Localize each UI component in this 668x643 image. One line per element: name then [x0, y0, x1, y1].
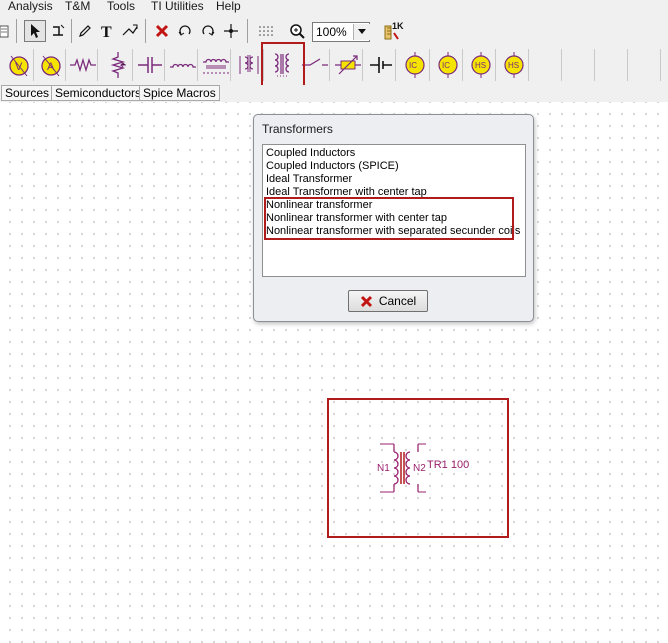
component-tabs: Sources Semiconductors Spice Macros — [0, 85, 668, 102]
n2-label: N2 — [413, 463, 426, 474]
open-icon[interactable] — [0, 20, 10, 42]
svg-text:IC: IC — [409, 61, 417, 70]
list-item-ideal-transformer[interactable]: Ideal Transformer — [266, 173, 352, 186]
zoom-value: 100% — [316, 25, 347, 39]
menu-ti-utilities[interactable]: TI Utilities — [151, 0, 204, 13]
select-arrow-icon[interactable] — [24, 20, 46, 42]
text-icon[interactable]: T — [96, 20, 118, 42]
cancel-button[interactable]: Cancel — [348, 290, 428, 312]
node-icon[interactable] — [220, 20, 242, 42]
empty-slot — [565, 49, 595, 81]
separator — [16, 19, 17, 43]
transformer-component[interactable]: N1 N2 TR1 100 — [370, 440, 480, 496]
zoom-icon[interactable] — [286, 20, 308, 42]
svg-text:HS: HS — [475, 61, 486, 70]
current-source-ic-icon[interactable]: IC — [400, 49, 430, 81]
chevron-down-icon[interactable] — [353, 24, 370, 40]
close-icon — [360, 295, 373, 308]
n1-label: N1 — [377, 463, 390, 474]
potentiometer-icon[interactable] — [103, 49, 133, 81]
empty-slot — [532, 49, 562, 81]
transformer-button-highlight — [261, 42, 305, 88]
list-item-coupled-inductors-spice[interactable]: Coupled Inductors (SPICE) — [266, 160, 399, 173]
empty-slot — [631, 49, 661, 81]
voltage-source-ic-icon[interactable]: IC — [433, 49, 463, 81]
redo-icon[interactable] — [197, 20, 219, 42]
separator — [247, 19, 248, 43]
inductor-icon[interactable] — [168, 49, 198, 81]
cancel-label: Cancel — [378, 294, 417, 308]
grid-icon[interactable] — [255, 20, 277, 42]
hs-pulse-icon[interactable]: HS — [499, 49, 529, 81]
menu-bar: Analysis T&M Tools TI Utilities Help — [0, 0, 668, 14]
part-label: TR1 100 — [427, 459, 470, 471]
transformer-listbox[interactable]: Coupled Inductors Coupled Inductors (SPI… — [262, 144, 526, 277]
list-item-coupled-inductors[interactable]: Coupled Inductors — [266, 147, 355, 160]
svg-text:IC: IC — [442, 61, 450, 70]
component-toolbar: V A IC IC HS HS — [0, 47, 668, 86]
tab-sources[interactable]: Sources — [1, 85, 54, 101]
separator — [145, 19, 146, 43]
pencil-icon[interactable] — [73, 20, 95, 42]
ruler-icon[interactable]: 1K — [383, 19, 405, 43]
coupled-inductor-icon[interactable] — [201, 49, 231, 81]
wire-icon[interactable] — [47, 20, 69, 42]
empty-slot — [598, 49, 628, 81]
varistor-icon[interactable] — [333, 49, 363, 81]
voltmeter-icon[interactable]: V — [4, 49, 34, 81]
hs-source-icon[interactable]: HS — [466, 49, 496, 81]
ammeter-icon[interactable]: A — [36, 49, 66, 81]
transformer-3d-icon[interactable] — [234, 49, 264, 81]
zoom-dropdown[interactable]: 100% — [312, 22, 370, 42]
delete-icon[interactable] — [151, 20, 173, 42]
menu-analysis[interactable]: Analysis — [8, 0, 53, 13]
svg-text:HS: HS — [508, 61, 519, 70]
menu-help[interactable]: Help — [216, 0, 241, 13]
svg-text:T: T — [101, 24, 112, 39]
drag-icon[interactable] — [119, 20, 141, 42]
tab-spice-macros[interactable]: Spice Macros — [139, 85, 220, 101]
main-toolbar: T 100% 1K — [0, 14, 668, 48]
nonlinear-items-highlight — [264, 197, 514, 240]
svg-text:1K: 1K — [392, 21, 404, 31]
separator — [71, 19, 72, 43]
capacitor-icon[interactable] — [135, 49, 165, 81]
undo-icon[interactable] — [174, 20, 196, 42]
transformers-dialog: Transformers Coupled Inductors Coupled I… — [253, 114, 534, 322]
tab-semiconductors[interactable]: Semiconductors — [51, 85, 146, 101]
battery-icon[interactable] — [366, 49, 396, 81]
menu-tools[interactable]: Tools — [107, 0, 135, 13]
dialog-title: Transformers — [262, 122, 333, 136]
menu-tm[interactable]: T&M — [65, 0, 90, 13]
resistor-icon[interactable] — [68, 49, 98, 81]
